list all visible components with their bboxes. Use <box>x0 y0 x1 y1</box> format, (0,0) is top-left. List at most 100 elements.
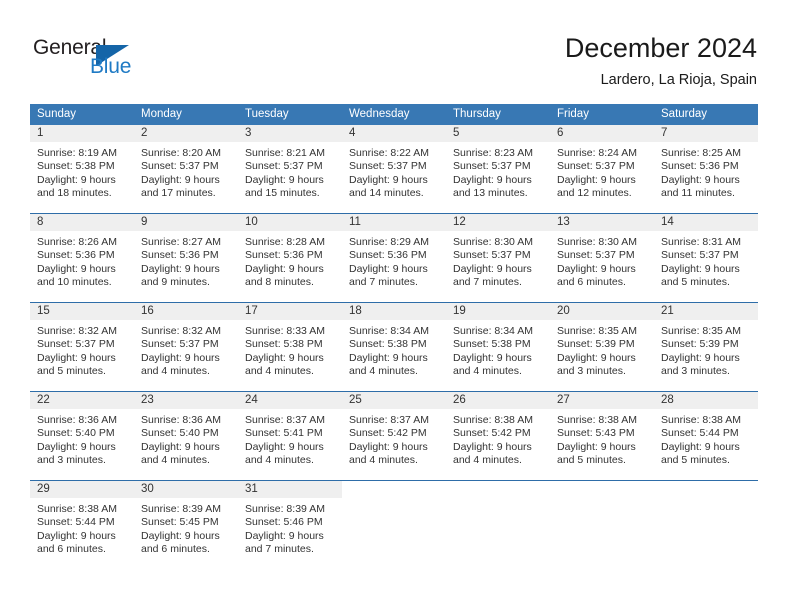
day-cell[interactable]: 13 Sunrise: 8:30 AM Sunset: 5:37 PM Dayl… <box>550 213 654 303</box>
day-details: Sunrise: 8:20 AM Sunset: 5:37 PM Dayligh… <box>134 142 238 201</box>
day-cell[interactable]: 12 Sunrise: 8:30 AM Sunset: 5:37 PM Dayl… <box>446 213 550 303</box>
daylight-text-line1: Daylight: 9 hours <box>245 529 324 542</box>
day-cell-inner: 1 Sunrise: 8:19 AM Sunset: 5:38 PM Dayli… <box>30 125 134 213</box>
sunrise-text: Sunrise: 8:23 AM <box>453 147 533 159</box>
day-cell[interactable]: 7 Sunrise: 8:25 AM Sunset: 5:36 PM Dayli… <box>654 125 758 214</box>
daylight-text-line2: and 7 minutes. <box>349 276 418 289</box>
day-cell[interactable]: 9 Sunrise: 8:27 AM Sunset: 5:36 PM Dayli… <box>134 213 238 303</box>
sunrise-text: Sunrise: 8:36 AM <box>141 414 221 426</box>
day-number: 27 <box>550 392 654 409</box>
day-cell[interactable]: 16 Sunrise: 8:32 AM Sunset: 5:37 PM Dayl… <box>134 302 238 392</box>
sunrise-text: Sunrise: 8:39 AM <box>141 503 221 515</box>
day-number: 26 <box>446 392 550 409</box>
day-cell-inner: 6 Sunrise: 8:24 AM Sunset: 5:37 PM Dayli… <box>550 125 654 213</box>
day-cell[interactable]: 1 Sunrise: 8:19 AM Sunset: 5:38 PM Dayli… <box>30 125 134 214</box>
daylight-text-line1: Daylight: 9 hours <box>37 529 116 542</box>
day-cell-inner: 12 Sunrise: 8:30 AM Sunset: 5:37 PM Dayl… <box>446 214 550 302</box>
day-cell-inner: 20 Sunrise: 8:35 AM Sunset: 5:39 PM Dayl… <box>550 303 654 391</box>
day-number: 9 <box>134 214 238 231</box>
sunset-text: Sunset: 5:42 PM <box>349 427 427 440</box>
day-cell[interactable]: 15 Sunrise: 8:32 AM Sunset: 5:37 PM Dayl… <box>30 302 134 392</box>
day-cell[interactable]: 20 Sunrise: 8:35 AM Sunset: 5:39 PM Dayl… <box>550 302 654 392</box>
day-cell[interactable]: 22 Sunrise: 8:36 AM Sunset: 5:40 PM Dayl… <box>30 391 134 481</box>
day-cell[interactable]: 6 Sunrise: 8:24 AM Sunset: 5:37 PM Dayli… <box>550 125 654 214</box>
day-cell-empty <box>550 480 654 569</box>
daylight-text-line1: Daylight: 9 hours <box>37 262 116 275</box>
sunrise-text: Sunrise: 8:25 AM <box>661 147 741 159</box>
sunset-text: Sunset: 5:45 PM <box>141 516 219 529</box>
day-cell[interactable]: 8 Sunrise: 8:26 AM Sunset: 5:36 PM Dayli… <box>30 213 134 303</box>
sunset-text: Sunset: 5:39 PM <box>557 338 635 351</box>
day-details: Sunrise: 8:19 AM Sunset: 5:38 PM Dayligh… <box>30 142 134 201</box>
sunset-text: Sunset: 5:37 PM <box>141 338 219 351</box>
daylight-text-line1: Daylight: 9 hours <box>141 351 220 364</box>
sunset-text: Sunset: 5:38 PM <box>453 338 531 351</box>
daylight-text-line1: Daylight: 9 hours <box>37 440 116 453</box>
day-cell-inner: 2 Sunrise: 8:20 AM Sunset: 5:37 PM Dayli… <box>134 125 238 213</box>
day-number: 10 <box>238 214 342 231</box>
daylight-text-line1: Daylight: 9 hours <box>245 440 324 453</box>
day-cell-inner: 9 Sunrise: 8:27 AM Sunset: 5:36 PM Dayli… <box>134 214 238 302</box>
sunset-text: Sunset: 5:37 PM <box>453 160 531 173</box>
day-cell[interactable]: 18 Sunrise: 8:34 AM Sunset: 5:38 PM Dayl… <box>342 302 446 392</box>
day-number <box>342 481 446 498</box>
day-details: Sunrise: 8:36 AM Sunset: 5:40 PM Dayligh… <box>134 409 238 468</box>
day-cell[interactable]: 26 Sunrise: 8:38 AM Sunset: 5:42 PM Dayl… <box>446 391 550 481</box>
day-cell[interactable]: 11 Sunrise: 8:29 AM Sunset: 5:36 PM Dayl… <box>342 213 446 303</box>
day-details: Sunrise: 8:37 AM Sunset: 5:42 PM Dayligh… <box>342 409 446 468</box>
day-cell[interactable]: 5 Sunrise: 8:23 AM Sunset: 5:37 PM Dayli… <box>446 125 550 214</box>
day-cell[interactable]: 30 Sunrise: 8:39 AM Sunset: 5:45 PM Dayl… <box>134 480 238 569</box>
sunrise-text: Sunrise: 8:22 AM <box>349 147 429 159</box>
day-number: 11 <box>342 214 446 231</box>
day-cell[interactable]: 19 Sunrise: 8:34 AM Sunset: 5:38 PM Dayl… <box>446 302 550 392</box>
day-cell-inner: 26 Sunrise: 8:38 AM Sunset: 5:42 PM Dayl… <box>446 392 550 480</box>
day-details: Sunrise: 8:36 AM Sunset: 5:40 PM Dayligh… <box>30 409 134 468</box>
day-cell[interactable]: 2 Sunrise: 8:20 AM Sunset: 5:37 PM Dayli… <box>134 125 238 214</box>
day-cell[interactable]: 21 Sunrise: 8:35 AM Sunset: 5:39 PM Dayl… <box>654 302 758 392</box>
daylight-text-line2: and 4 minutes. <box>349 454 418 467</box>
daylight-text-line2: and 3 minutes. <box>557 365 626 378</box>
day-cell[interactable]: 27 Sunrise: 8:38 AM Sunset: 5:43 PM Dayl… <box>550 391 654 481</box>
calendar-week-row: 8 Sunrise: 8:26 AM Sunset: 5:36 PM Dayli… <box>30 213 758 303</box>
day-cell[interactable]: 17 Sunrise: 8:33 AM Sunset: 5:38 PM Dayl… <box>238 302 342 392</box>
day-cell-inner: 16 Sunrise: 8:32 AM Sunset: 5:37 PM Dayl… <box>134 303 238 391</box>
day-number: 29 <box>30 481 134 498</box>
daylight-text-line2: and 17 minutes. <box>141 187 216 200</box>
day-cell-inner: 18 Sunrise: 8:34 AM Sunset: 5:38 PM Dayl… <box>342 303 446 391</box>
sunset-text: Sunset: 5:39 PM <box>661 338 739 351</box>
day-cell[interactable]: 23 Sunrise: 8:36 AM Sunset: 5:40 PM Dayl… <box>134 391 238 481</box>
day-details: Sunrise: 8:25 AM Sunset: 5:36 PM Dayligh… <box>654 142 758 201</box>
day-cell[interactable]: 3 Sunrise: 8:21 AM Sunset: 5:37 PM Dayli… <box>238 125 342 214</box>
day-cell[interactable]: 4 Sunrise: 8:22 AM Sunset: 5:37 PM Dayli… <box>342 125 446 214</box>
sunset-text: Sunset: 5:37 PM <box>557 249 635 262</box>
day-cell[interactable]: 10 Sunrise: 8:28 AM Sunset: 5:36 PM Dayl… <box>238 213 342 303</box>
daylight-text-line1: Daylight: 9 hours <box>661 262 740 275</box>
day-details: Sunrise: 8:39 AM Sunset: 5:45 PM Dayligh… <box>134 498 238 557</box>
day-cell[interactable]: 29 Sunrise: 8:38 AM Sunset: 5:44 PM Dayl… <box>30 480 134 569</box>
day-cell[interactable]: 28 Sunrise: 8:38 AM Sunset: 5:44 PM Dayl… <box>654 391 758 481</box>
day-details: Sunrise: 8:29 AM Sunset: 5:36 PM Dayligh… <box>342 231 446 290</box>
day-cell-inner: 30 Sunrise: 8:39 AM Sunset: 5:45 PM Dayl… <box>134 481 238 569</box>
day-cell[interactable]: 25 Sunrise: 8:37 AM Sunset: 5:42 PM Dayl… <box>342 391 446 481</box>
day-details: Sunrise: 8:38 AM Sunset: 5:42 PM Dayligh… <box>446 409 550 468</box>
day-number: 23 <box>134 392 238 409</box>
day-details: Sunrise: 8:32 AM Sunset: 5:37 PM Dayligh… <box>134 320 238 379</box>
day-details: Sunrise: 8:38 AM Sunset: 5:44 PM Dayligh… <box>30 498 134 557</box>
day-cell[interactable]: 14 Sunrise: 8:31 AM Sunset: 5:37 PM Dayl… <box>654 213 758 303</box>
day-number: 4 <box>342 125 446 142</box>
day-cell-inner: 29 Sunrise: 8:38 AM Sunset: 5:44 PM Dayl… <box>30 481 134 569</box>
general-blue-logo[interactable]: General Blue <box>33 36 183 86</box>
day-cell[interactable]: 31 Sunrise: 8:39 AM Sunset: 5:46 PM Dayl… <box>238 480 342 569</box>
daylight-text-line1: Daylight: 9 hours <box>453 351 532 364</box>
day-number: 2 <box>134 125 238 142</box>
daylight-text-line1: Daylight: 9 hours <box>349 351 428 364</box>
sunset-text: Sunset: 5:37 PM <box>453 249 531 262</box>
day-number: 7 <box>654 125 758 142</box>
day-details: Sunrise: 8:34 AM Sunset: 5:38 PM Dayligh… <box>342 320 446 379</box>
day-cell[interactable]: 24 Sunrise: 8:37 AM Sunset: 5:41 PM Dayl… <box>238 391 342 481</box>
day-number <box>550 481 654 498</box>
day-number: 17 <box>238 303 342 320</box>
day-details: Sunrise: 8:38 AM Sunset: 5:43 PM Dayligh… <box>550 409 654 468</box>
sunrise-text: Sunrise: 8:29 AM <box>349 236 429 248</box>
day-number: 14 <box>654 214 758 231</box>
